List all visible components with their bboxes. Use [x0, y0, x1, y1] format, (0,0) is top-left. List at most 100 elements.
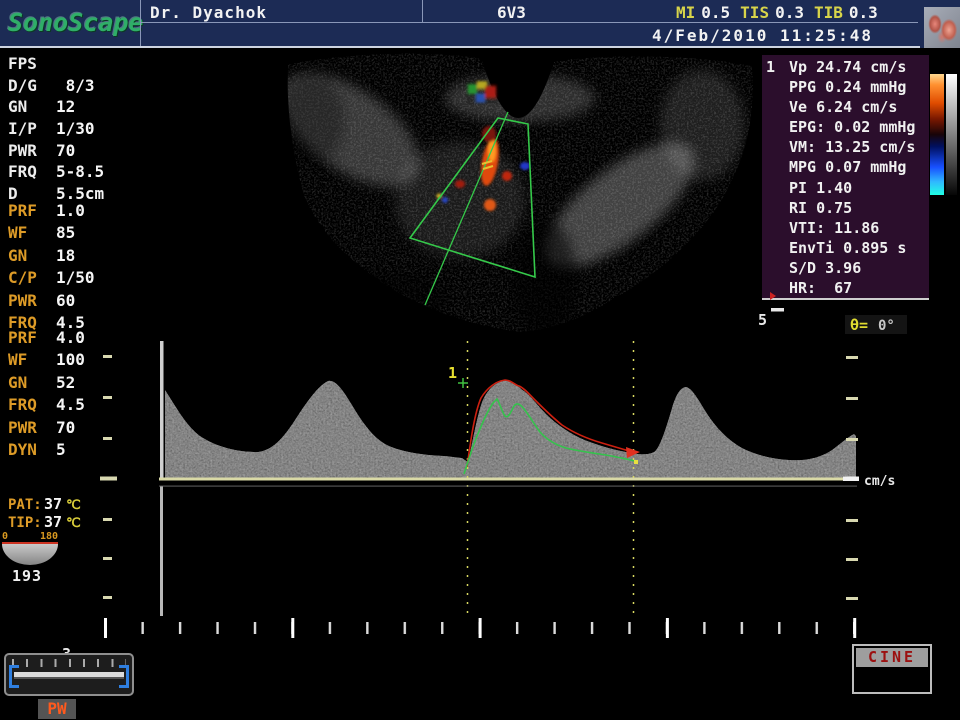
scrubber-ruler-ticks [12, 659, 126, 667]
param-value: 85 [56, 223, 75, 245]
temperature-readouts: PAT:37 ℃ TIP:37 ℃ [8, 495, 81, 530]
param-value: 8/3 [56, 76, 95, 98]
acoustic-indices: MI0.5 TIS 0.3 TIB 0.3 [676, 3, 878, 22]
shadow-left [280, 75, 344, 165]
probe-model: 6V3 [497, 3, 526, 22]
measurement-index: 1 [766, 58, 775, 76]
temp-label: PAT: [8, 497, 44, 513]
param-label: D/G [8, 76, 56, 98]
param-label: I/P [8, 119, 56, 141]
acoustic-index: MI0.5 [676, 3, 730, 22]
doppler-colorbar [930, 74, 944, 195]
time-axis-major-ticks [104, 618, 857, 638]
cine-button[interactable]: CINE [852, 644, 932, 694]
bmode-image [262, 51, 754, 344]
param-label: DYN [8, 440, 56, 462]
temp-unit: ℃ [66, 516, 81, 531]
probe-angle-gauge: 0 180 193 [2, 531, 62, 585]
param-row: C/P1/50 [8, 268, 95, 290]
gauge-max: 180 [40, 531, 58, 542]
temp-value: 37 [44, 513, 62, 531]
velocity-scale-left [100, 355, 117, 599]
angle-label: θ= [850, 316, 868, 334]
measurement-line: S/D 3.96 [789, 259, 915, 279]
cine-scrubber[interactable] [4, 653, 134, 696]
angle-value: 0° [878, 318, 895, 334]
param-row: D/G 8/3 [8, 76, 104, 98]
depth-marker-label: 5 [758, 311, 767, 329]
param-label: FRQ [8, 162, 56, 184]
cine-button-label: CINE [856, 648, 928, 667]
param-value: 12 [56, 97, 75, 119]
sweep-start-line-upper [160, 341, 164, 478]
param-label: GN [8, 373, 56, 395]
param-row: FRQ4.5 [8, 395, 85, 417]
strip-divider-line [159, 486, 857, 487]
bar-divider-v2 [422, 0, 423, 22]
probe-orientation-marker [466, 80, 498, 104]
index-value: 0.3 [775, 3, 804, 22]
param-value: 100 [56, 350, 85, 372]
grayscale-bar [946, 74, 957, 195]
physician-name: Dr. Dyachok [150, 3, 267, 22]
param-row: PRF4.0 [8, 328, 85, 350]
datetime: 4/Feb/2010 11:25:48 [652, 26, 873, 45]
acoustic-shadow [513, 220, 577, 344]
temp-unit: ℃ [66, 498, 81, 513]
bar-divider-h [140, 22, 918, 23]
param-row: GN52 [8, 373, 85, 395]
color-parameters: PRF1.0 WF85 GN18 C/P1/50 PWR60 FRQ4.5 [8, 201, 95, 335]
measurement-line: PPG 0.24 mmHg [789, 78, 915, 98]
measurement-line: VTI: 11.86 [789, 219, 915, 239]
index-value: 0.3 [849, 3, 878, 22]
param-value: 1/30 [56, 119, 95, 141]
shadow-bottom-left [320, 272, 450, 328]
param-value: 5 [56, 440, 66, 462]
doppler-baseline[interactable] [159, 478, 857, 481]
param-row: WF85 [8, 223, 95, 245]
spectral-lower-strip [159, 485, 857, 617]
param-value: 1/50 [56, 268, 95, 290]
param-row: PWR70 [8, 141, 104, 163]
param-label: FRQ [8, 395, 56, 417]
top-status-bar: SonoScape Dr. Dyachok 6V3 MI0.5 TIS0.3 T… [0, 0, 960, 48]
temp-value: 37 [44, 495, 62, 513]
gauge-min: 0 [2, 531, 8, 542]
param-label: GN [8, 97, 56, 119]
trace-end-tick [634, 460, 638, 464]
param-row: I/P1/30 [8, 119, 104, 141]
param-label: FPS [8, 54, 56, 76]
measurement-line: EPG: 0.02 mmHg [789, 118, 915, 138]
param-value: 60 [56, 291, 75, 313]
param-row: PWR70 [8, 418, 85, 440]
param-label: WF [8, 223, 56, 245]
param-value: 1.0 [56, 201, 85, 223]
sweep-start-line-lower [160, 486, 163, 616]
measurement-line: VM: 13.25 cm/s [789, 138, 915, 158]
clipboard-thumbnail[interactable] [924, 7, 960, 48]
measurement-line: Ve 6.24 cm/s [789, 98, 915, 118]
param-row: PRF1.0 [8, 201, 95, 223]
echo-right-edge [660, 70, 744, 180]
bmode-parameters: FPS D/G 8/3 GN12 I/P1/30 PWR70 FRQ5-8.5 … [8, 54, 104, 206]
index-label: TIS [740, 3, 769, 22]
param-value: 70 [56, 418, 75, 440]
temp-label: TIP: [8, 515, 44, 531]
param-row: GN18 [8, 246, 95, 268]
scrubber-thumb-bar[interactable] [14, 672, 124, 677]
gauge-dial [2, 544, 58, 565]
measurement-line: HR: 67 [789, 279, 915, 299]
acoustic-index: TIS 0.3 [740, 3, 804, 22]
bar-divider-v1 [140, 0, 141, 46]
param-row: PWR60 [8, 291, 95, 313]
param-value: 5-8.5 [56, 162, 104, 184]
measurement-line: PI 1.40 [789, 179, 915, 199]
velocity-unit-label: cm/s [864, 474, 895, 489]
beat-number-label: 1 [448, 364, 457, 382]
index-label: TIB [814, 3, 843, 22]
param-row: DYN5 [8, 440, 85, 462]
param-row: FPS [8, 54, 104, 76]
frame-number: 193 [12, 567, 62, 585]
ultrasound-screen: { "header": { "logo": "SonoScape", "phys… [0, 0, 960, 720]
param-label: PRF [8, 201, 56, 223]
